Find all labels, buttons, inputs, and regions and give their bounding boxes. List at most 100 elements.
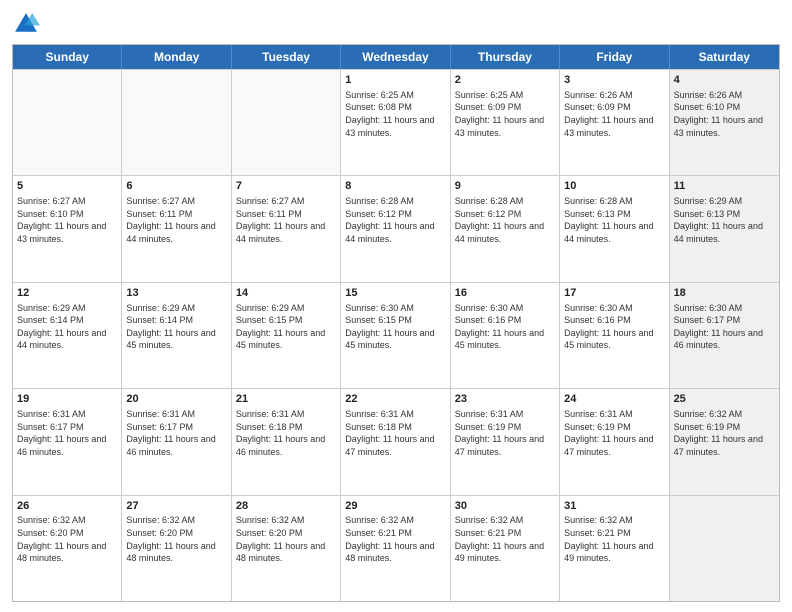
day-info: Sunrise: 6:30 AM Sunset: 6:15 PM Dayligh… (345, 302, 445, 352)
day-info: Sunrise: 6:29 AM Sunset: 6:15 PM Dayligh… (236, 302, 336, 352)
header (12, 10, 780, 38)
day-info: Sunrise: 6:25 AM Sunset: 6:08 PM Dayligh… (345, 89, 445, 139)
day-number: 29 (345, 499, 445, 514)
page: SundayMondayTuesdayWednesdayThursdayFrid… (0, 0, 792, 612)
day-number: 28 (236, 499, 336, 514)
day-number: 15 (345, 286, 445, 301)
day-number: 12 (17, 286, 117, 301)
day-number: 16 (455, 286, 555, 301)
day-number: 13 (126, 286, 226, 301)
day-info: Sunrise: 6:31 AM Sunset: 6:18 PM Dayligh… (345, 408, 445, 458)
day-info: Sunrise: 6:28 AM Sunset: 6:13 PM Dayligh… (564, 195, 664, 245)
calendar-cell: 2Sunrise: 6:25 AM Sunset: 6:09 PM Daylig… (451, 70, 560, 175)
day-number: 23 (455, 392, 555, 407)
calendar: SundayMondayTuesdayWednesdayThursdayFrid… (12, 44, 780, 602)
day-number: 9 (455, 179, 555, 194)
day-number: 2 (455, 73, 555, 88)
calendar-cell: 16Sunrise: 6:30 AM Sunset: 6:16 PM Dayli… (451, 283, 560, 388)
day-number: 10 (564, 179, 664, 194)
day-info: Sunrise: 6:31 AM Sunset: 6:17 PM Dayligh… (17, 408, 117, 458)
calendar-cell: 11Sunrise: 6:29 AM Sunset: 6:13 PM Dayli… (670, 176, 779, 281)
calendar-cell: 4Sunrise: 6:26 AM Sunset: 6:10 PM Daylig… (670, 70, 779, 175)
day-info: Sunrise: 6:29 AM Sunset: 6:13 PM Dayligh… (674, 195, 775, 245)
calendar-cell: 23Sunrise: 6:31 AM Sunset: 6:19 PM Dayli… (451, 389, 560, 494)
day-number: 20 (126, 392, 226, 407)
calendar-cell: 8Sunrise: 6:28 AM Sunset: 6:12 PM Daylig… (341, 176, 450, 281)
calendar-cell: 7Sunrise: 6:27 AM Sunset: 6:11 PM Daylig… (232, 176, 341, 281)
day-number: 5 (17, 179, 117, 194)
day-number: 11 (674, 179, 775, 194)
calendar-cell (232, 70, 341, 175)
day-number: 8 (345, 179, 445, 194)
calendar-header-cell: Saturday (670, 45, 779, 69)
calendar-week-5: 26Sunrise: 6:32 AM Sunset: 6:20 PM Dayli… (13, 495, 779, 601)
day-info: Sunrise: 6:30 AM Sunset: 6:17 PM Dayligh… (674, 302, 775, 352)
day-info: Sunrise: 6:32 AM Sunset: 6:20 PM Dayligh… (17, 514, 117, 564)
day-info: Sunrise: 6:30 AM Sunset: 6:16 PM Dayligh… (564, 302, 664, 352)
calendar-cell (670, 496, 779, 601)
calendar-cell: 18Sunrise: 6:30 AM Sunset: 6:17 PM Dayli… (670, 283, 779, 388)
day-number: 22 (345, 392, 445, 407)
calendar-cell: 30Sunrise: 6:32 AM Sunset: 6:21 PM Dayli… (451, 496, 560, 601)
calendar-cell: 13Sunrise: 6:29 AM Sunset: 6:14 PM Dayli… (122, 283, 231, 388)
calendar-cell: 15Sunrise: 6:30 AM Sunset: 6:15 PM Dayli… (341, 283, 450, 388)
calendar-cell: 26Sunrise: 6:32 AM Sunset: 6:20 PM Dayli… (13, 496, 122, 601)
calendar-cell: 17Sunrise: 6:30 AM Sunset: 6:16 PM Dayli… (560, 283, 669, 388)
day-info: Sunrise: 6:32 AM Sunset: 6:20 PM Dayligh… (236, 514, 336, 564)
day-info: Sunrise: 6:25 AM Sunset: 6:09 PM Dayligh… (455, 89, 555, 139)
day-number: 6 (126, 179, 226, 194)
calendar-week-4: 19Sunrise: 6:31 AM Sunset: 6:17 PM Dayli… (13, 388, 779, 494)
day-info: Sunrise: 6:32 AM Sunset: 6:19 PM Dayligh… (674, 408, 775, 458)
calendar-cell: 28Sunrise: 6:32 AM Sunset: 6:20 PM Dayli… (232, 496, 341, 601)
calendar-cell: 25Sunrise: 6:32 AM Sunset: 6:19 PM Dayli… (670, 389, 779, 494)
calendar-week-3: 12Sunrise: 6:29 AM Sunset: 6:14 PM Dayli… (13, 282, 779, 388)
day-info: Sunrise: 6:29 AM Sunset: 6:14 PM Dayligh… (17, 302, 117, 352)
calendar-cell: 6Sunrise: 6:27 AM Sunset: 6:11 PM Daylig… (122, 176, 231, 281)
day-info: Sunrise: 6:27 AM Sunset: 6:10 PM Dayligh… (17, 195, 117, 245)
day-info: Sunrise: 6:31 AM Sunset: 6:17 PM Dayligh… (126, 408, 226, 458)
day-info: Sunrise: 6:28 AM Sunset: 6:12 PM Dayligh… (345, 195, 445, 245)
day-info: Sunrise: 6:31 AM Sunset: 6:19 PM Dayligh… (564, 408, 664, 458)
calendar-cell: 24Sunrise: 6:31 AM Sunset: 6:19 PM Dayli… (560, 389, 669, 494)
calendar-cell: 5Sunrise: 6:27 AM Sunset: 6:10 PM Daylig… (13, 176, 122, 281)
day-number: 4 (674, 73, 775, 88)
calendar-cell: 22Sunrise: 6:31 AM Sunset: 6:18 PM Dayli… (341, 389, 450, 494)
day-info: Sunrise: 6:26 AM Sunset: 6:10 PM Dayligh… (674, 89, 775, 139)
day-info: Sunrise: 6:31 AM Sunset: 6:19 PM Dayligh… (455, 408, 555, 458)
day-number: 18 (674, 286, 775, 301)
day-info: Sunrise: 6:32 AM Sunset: 6:21 PM Dayligh… (564, 514, 664, 564)
calendar-cell: 31Sunrise: 6:32 AM Sunset: 6:21 PM Dayli… (560, 496, 669, 601)
calendar-cell: 21Sunrise: 6:31 AM Sunset: 6:18 PM Dayli… (232, 389, 341, 494)
calendar-cell (122, 70, 231, 175)
day-number: 24 (564, 392, 664, 407)
calendar-header-row: SundayMondayTuesdayWednesdayThursdayFrid… (13, 45, 779, 69)
calendar-cell: 14Sunrise: 6:29 AM Sunset: 6:15 PM Dayli… (232, 283, 341, 388)
calendar-body: 1Sunrise: 6:25 AM Sunset: 6:08 PM Daylig… (13, 69, 779, 601)
calendar-cell: 20Sunrise: 6:31 AM Sunset: 6:17 PM Dayli… (122, 389, 231, 494)
day-info: Sunrise: 6:29 AM Sunset: 6:14 PM Dayligh… (126, 302, 226, 352)
day-number: 7 (236, 179, 336, 194)
calendar-week-1: 1Sunrise: 6:25 AM Sunset: 6:08 PM Daylig… (13, 69, 779, 175)
logo (12, 10, 44, 38)
day-info: Sunrise: 6:31 AM Sunset: 6:18 PM Dayligh… (236, 408, 336, 458)
calendar-cell: 1Sunrise: 6:25 AM Sunset: 6:08 PM Daylig… (341, 70, 450, 175)
calendar-cell: 9Sunrise: 6:28 AM Sunset: 6:12 PM Daylig… (451, 176, 560, 281)
day-number: 19 (17, 392, 117, 407)
calendar-cell: 29Sunrise: 6:32 AM Sunset: 6:21 PM Dayli… (341, 496, 450, 601)
day-number: 1 (345, 73, 445, 88)
calendar-cell: 3Sunrise: 6:26 AM Sunset: 6:09 PM Daylig… (560, 70, 669, 175)
calendar-cell: 27Sunrise: 6:32 AM Sunset: 6:20 PM Dayli… (122, 496, 231, 601)
calendar-header-cell: Tuesday (232, 45, 341, 69)
day-info: Sunrise: 6:30 AM Sunset: 6:16 PM Dayligh… (455, 302, 555, 352)
calendar-cell: 19Sunrise: 6:31 AM Sunset: 6:17 PM Dayli… (13, 389, 122, 494)
logo-icon (12, 10, 40, 38)
day-number: 17 (564, 286, 664, 301)
calendar-header-cell: Friday (560, 45, 669, 69)
calendar-cell (13, 70, 122, 175)
day-info: Sunrise: 6:27 AM Sunset: 6:11 PM Dayligh… (126, 195, 226, 245)
calendar-header-cell: Monday (122, 45, 231, 69)
day-info: Sunrise: 6:28 AM Sunset: 6:12 PM Dayligh… (455, 195, 555, 245)
calendar-header-cell: Thursday (451, 45, 560, 69)
day-number: 27 (126, 499, 226, 514)
day-info: Sunrise: 6:26 AM Sunset: 6:09 PM Dayligh… (564, 89, 664, 139)
